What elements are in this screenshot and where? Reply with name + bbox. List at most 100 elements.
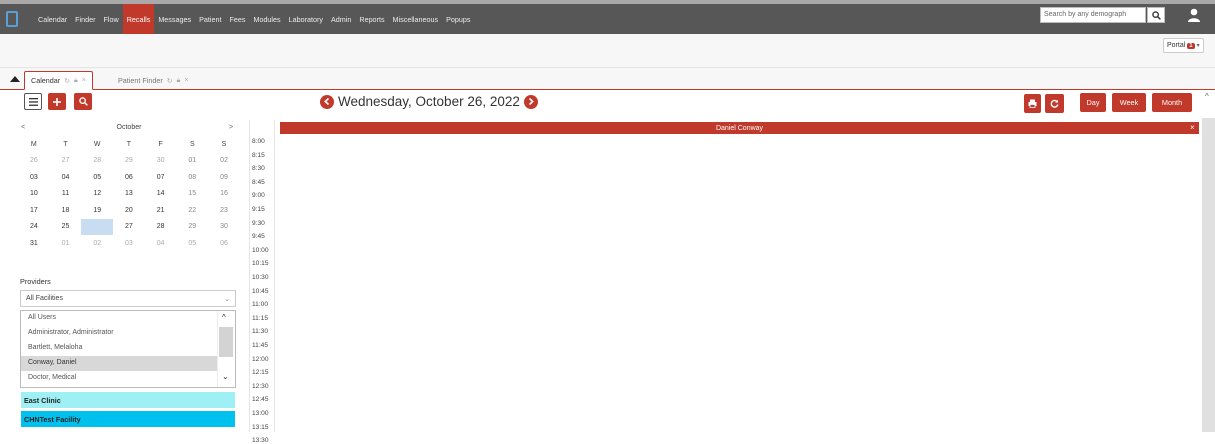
user-icon[interactable] <box>1186 7 1202 23</box>
nav-item-miscellaneous[interactable]: Miscellaneous <box>389 4 443 34</box>
refresh-icon[interactable]: ↻ <box>64 77 70 85</box>
next-day-button[interactable] <box>523 94 538 109</box>
calendar-day[interactable]: 02 <box>81 235 113 252</box>
close-icon[interactable]: × <box>184 77 188 84</box>
nav-item-reports[interactable]: Reports <box>355 4 388 34</box>
calendar-day[interactable]: 19 <box>81 202 113 219</box>
calendar-day[interactable]: 24 <box>18 219 50 236</box>
nav-item-messages[interactable]: Messages <box>154 4 195 34</box>
scrollbar[interactable] <box>1202 118 1215 432</box>
calendar-day[interactable]: 26 <box>18 153 50 170</box>
calendar-day[interactable]: 10 <box>18 186 50 203</box>
facility-chip-chntest[interactable]: CHNTest Facility <box>21 411 235 427</box>
nav-item-calendar[interactable]: Calendar <box>34 4 71 34</box>
search-button[interactable] <box>1147 7 1165 23</box>
calendar-day[interactable]: 21 <box>145 202 177 219</box>
nav-item-recalls[interactable]: Recalls <box>122 4 155 34</box>
chevron-up-icon[interactable]: ^ <box>1205 92 1209 101</box>
calendar-day[interactable]: 31 <box>18 235 50 252</box>
calendar-day[interactable]: 09 <box>208 169 240 186</box>
nav-item-patient[interactable]: Patient <box>195 4 225 34</box>
scrollbar[interactable]: ^ ⌄ <box>217 311 235 387</box>
calendar-day[interactable]: 04 <box>145 235 177 252</box>
calendar-day[interactable]: 22 <box>176 202 208 219</box>
tab-calendar[interactable]: Calendar ↻ 🔒︎ × <box>24 71 93 90</box>
calendar-day[interactable]: 29 <box>176 219 208 236</box>
provider-list-item[interactable]: Bartlett, Melaloha <box>21 341 217 356</box>
nav-item-flow[interactable]: Flow <box>100 4 123 34</box>
calendar-day[interactable]: 28 <box>81 153 113 170</box>
calendar-day[interactable]: 14 <box>145 186 177 203</box>
provider-list-item[interactable]: Administrator, Administrator <box>21 326 217 341</box>
calendar-day[interactable]: 17 <box>18 202 50 219</box>
calendar-day[interactable]: 06 <box>113 169 145 186</box>
nav-item-fees[interactable]: Fees <box>225 4 249 34</box>
calendar-day[interactable]: 01 <box>176 153 208 170</box>
chevron-down-icon[interactable]: ⌄ <box>222 372 229 381</box>
schedule-grid[interactable] <box>280 134 1199 432</box>
scrollbar-thumb[interactable] <box>219 327 233 357</box>
calendar-day[interactable]: 30 <box>208 219 240 236</box>
calendar-day[interactable]: 25 <box>50 219 82 236</box>
chevron-up-icon[interactable]: ^ <box>222 313 226 322</box>
close-icon[interactable]: × <box>1190 123 1195 132</box>
calendar-day[interactable]: 28 <box>145 219 177 236</box>
nav-item-admin[interactable]: Admin <box>327 4 355 34</box>
calendar-day[interactable]: 05 <box>81 169 113 186</box>
refresh-button[interactable] <box>1045 94 1064 113</box>
nav-item-finder[interactable]: Finder <box>71 4 99 34</box>
view-week-button[interactable]: Week <box>1112 93 1146 112</box>
portal-button[interactable]: Portal 1 ▾ <box>1163 38 1204 53</box>
provider-list-item[interactable]: Doctor, Medical <box>21 371 217 386</box>
calendar-day[interactable]: 29 <box>113 153 145 170</box>
provider-list-item[interactable]: Conway, Daniel <box>21 356 217 371</box>
search-appointment-button[interactable] <box>74 93 92 110</box>
nav-item-popups[interactable]: Popups <box>442 4 474 34</box>
facility-chip-east-clinic[interactable]: East Clinic <box>21 392 235 408</box>
view-day-button[interactable]: Day <box>1080 93 1106 112</box>
view-month-button[interactable]: Month <box>1152 93 1192 112</box>
calendar-day[interactable]: 04 <box>50 169 82 186</box>
time-slot-label: 8:00 <box>252 138 265 145</box>
prev-day-button[interactable] <box>320 94 334 109</box>
calendar-day[interactable]: 01 <box>50 235 82 252</box>
calendar-day[interactable]: 23 <box>208 202 240 219</box>
calendar-day[interactable]: 03 <box>18 169 50 186</box>
calendar-day[interactable]: 30 <box>145 153 177 170</box>
add-appointment-button[interactable] <box>48 93 66 110</box>
close-icon[interactable]: × <box>82 77 86 84</box>
nav-item-modules[interactable]: Modules <box>249 4 284 34</box>
calendar-day[interactable]: 18 <box>50 202 82 219</box>
provider-list[interactable]: All Users Administrator, Administrator Bar… <box>20 310 236 388</box>
calendar-day[interactable]: 03 <box>113 235 145 252</box>
calendar-day[interactable]: 20 <box>113 202 145 219</box>
lock-icon[interactable]: 🔒︎ <box>177 77 181 85</box>
calendar-day[interactable]: 27 <box>113 219 145 236</box>
print-icon <box>1028 99 1037 108</box>
calendar-day[interactable]: 16 <box>208 186 240 203</box>
next-month-button[interactable]: > <box>229 124 233 131</box>
calendar-day[interactable]: 05 <box>176 235 208 252</box>
calendar-day[interactable]: 15 <box>176 186 208 203</box>
print-button[interactable] <box>1024 94 1041 113</box>
tab-patient-finder[interactable]: Patient Finder ↻ 🔒︎ × <box>112 71 194 90</box>
search-icon <box>78 97 88 106</box>
refresh-icon[interactable]: ↻ <box>167 77 173 85</box>
calendar-day[interactable]: 12 <box>81 186 113 203</box>
calendar-day[interactable]: 07 <box>145 169 177 186</box>
facility-select[interactable]: All Facilities ⌄ <box>20 290 236 307</box>
calendar-day[interactable]: 13 <box>113 186 145 203</box>
calendar-day[interactable]: 26 <box>81 218 114 235</box>
menu-button[interactable] <box>24 93 42 110</box>
calendar-day[interactable]: 06 <box>208 235 240 252</box>
app-logo[interactable] <box>6 11 18 27</box>
provider-list-item[interactable]: All Users <box>21 311 217 326</box>
calendar-day[interactable]: 08 <box>176 169 208 186</box>
calendar-day[interactable]: 27 <box>50 153 82 170</box>
nav-item-laboratory[interactable]: Laboratory <box>285 4 327 34</box>
calendar-day[interactable]: 02 <box>208 153 240 170</box>
lock-icon[interactable]: 🔒︎ <box>74 77 78 85</box>
patient-search-input[interactable]: Search by any demograph <box>1040 7 1146 23</box>
collapse-toggle-icon[interactable] <box>10 76 20 82</box>
calendar-day[interactable]: 11 <box>50 186 82 203</box>
